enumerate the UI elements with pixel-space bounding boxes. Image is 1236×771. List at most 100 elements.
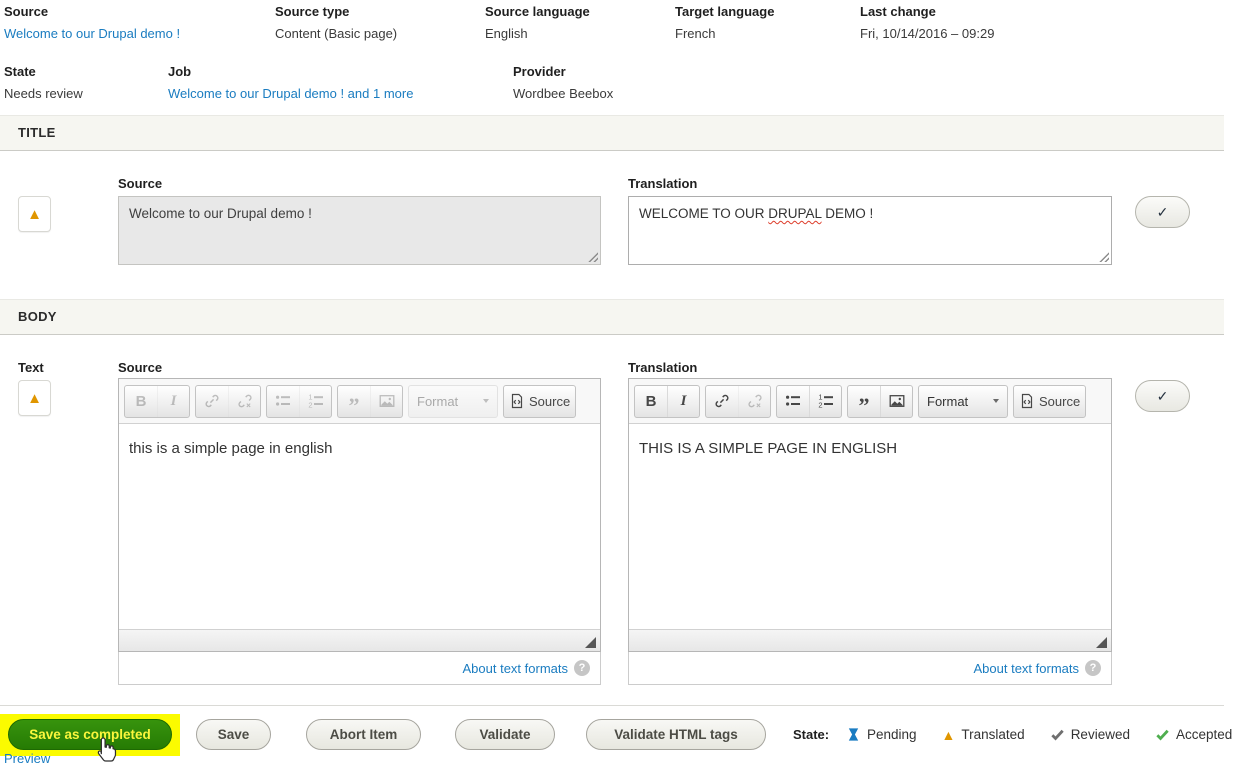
- translated-triangle-icon: ▲: [27, 391, 42, 406]
- legend-reviewed: Reviewed: [1050, 727, 1130, 742]
- blockquote-button[interactable]: ”: [848, 386, 880, 417]
- meta-target-language-label: Target language: [675, 4, 850, 19]
- bold-button[interactable]: B: [635, 386, 667, 417]
- toolbar-group-lists: 12: [266, 385, 332, 418]
- save-button[interactable]: Save: [196, 719, 271, 750]
- legend-accepted: Accepted: [1155, 727, 1232, 742]
- legend-reviewed-label: Reviewed: [1071, 727, 1130, 742]
- bulleted-list-button[interactable]: [777, 386, 809, 417]
- format-dropdown-label: Format: [927, 394, 968, 409]
- legend-pending-label: Pending: [867, 727, 917, 742]
- source-code-icon: [1019, 393, 1035, 409]
- toolbar-group-source: Source: [1013, 385, 1086, 418]
- text-format-help-row: About text formats ?: [118, 652, 601, 685]
- body-translation-content[interactable]: THIS IS A SIMPLE PAGE IN ENGLISH: [629, 424, 1111, 629]
- legend-translated: ▲ Translated: [942, 727, 1025, 742]
- translation-review-page: Source Welcome to our Drupal demo ! Sour…: [0, 0, 1236, 771]
- toolbar-group-basicstyles: B I: [124, 385, 190, 418]
- title-state-toggle-button[interactable]: ▲: [18, 196, 51, 232]
- meta-last-change-value: Fri, 10/14/2016 – 09:29: [860, 26, 994, 41]
- meta-source-type-label: Source type: [275, 4, 475, 19]
- help-question-icon[interactable]: ?: [574, 660, 590, 676]
- body-state-toggle-button[interactable]: ▲: [18, 380, 51, 416]
- resize-grip-icon[interactable]: [587, 251, 598, 262]
- image-icon: [370, 386, 402, 417]
- check-icon: ✓: [1157, 204, 1169, 221]
- editor-bottom-bar: [119, 629, 600, 651]
- meta-target-language: Target language French: [675, 4, 860, 41]
- numbered-list-button[interactable]: 12: [809, 386, 841, 417]
- source-code-icon: [509, 393, 525, 409]
- format-dropdown[interactable]: Format: [918, 385, 1008, 418]
- editor-frame: B I 12: [118, 378, 601, 652]
- view-source-button[interactable]: Source: [1014, 386, 1085, 417]
- link-icon: [714, 393, 730, 409]
- title-approve-button[interactable]: ✓: [1135, 196, 1190, 228]
- title-source-field: Welcome to our Drupal demo !: [118, 196, 601, 265]
- editor-resize-handle-icon[interactable]: [1096, 637, 1107, 648]
- svg-text:2: 2: [308, 400, 312, 409]
- state-legend-label: State:: [793, 719, 829, 750]
- chevron-down-icon: [483, 399, 489, 403]
- help-question-icon[interactable]: ?: [1085, 660, 1101, 676]
- unlink-icon: [738, 386, 770, 417]
- triangle-icon: ▲: [942, 728, 956, 742]
- bulleted-list-icon: [785, 393, 801, 409]
- meta-last-change-label: Last change: [860, 4, 994, 19]
- meta-source-language-label: Source language: [485, 4, 665, 19]
- about-text-formats-link[interactable]: About text formats: [463, 661, 569, 676]
- numbered-list-icon: 12: [818, 393, 834, 409]
- title-translation-misspelled-word: DRUPAL: [768, 206, 821, 221]
- hourglass-icon: [846, 727, 861, 742]
- link-button[interactable]: [706, 386, 738, 417]
- meta-source: Source Welcome to our Drupal demo !: [4, 4, 275, 41]
- view-source-label: Source: [529, 394, 570, 409]
- source-node-link[interactable]: Welcome to our Drupal demo !: [4, 26, 180, 41]
- preview-link[interactable]: Preview: [4, 751, 50, 766]
- toolbar-group-links: [195, 385, 261, 418]
- blockquote-icon: ”: [338, 386, 370, 417]
- image-button[interactable]: [880, 386, 912, 417]
- title-translation-field[interactable]: WELCOME TO OUR DRUPAL DEMO !: [628, 196, 1112, 265]
- legend-translated-label: Translated: [961, 727, 1024, 742]
- body-approve-button[interactable]: ✓: [1135, 380, 1190, 412]
- view-source-button[interactable]: Source: [504, 386, 575, 417]
- meta-provider-value: Wordbee Beebox: [513, 86, 613, 101]
- meta-target-language-value: French: [675, 26, 850, 41]
- editor-bottom-bar: [629, 629, 1111, 651]
- meta-row-1: Source Welcome to our Drupal demo ! Sour…: [4, 4, 1004, 41]
- svg-text:2: 2: [818, 400, 822, 409]
- image-icon: [889, 393, 905, 409]
- title-section-heading: TITLE: [0, 115, 1224, 151]
- legend-pending: Pending: [846, 727, 917, 742]
- format-dropdown-label: Format: [417, 394, 458, 409]
- meta-state-value: Needs review: [4, 86, 158, 101]
- resize-grip-icon[interactable]: [1098, 251, 1109, 262]
- toolbar-group-links: [705, 385, 771, 418]
- check-icon: ✓: [1157, 388, 1169, 405]
- translated-triangle-icon: ▲: [27, 207, 42, 222]
- about-text-formats-link[interactable]: About text formats: [974, 661, 1080, 676]
- validate-button[interactable]: Validate: [455, 719, 555, 750]
- bulleted-list-icon: [267, 386, 299, 417]
- check-icon: [1155, 727, 1170, 742]
- view-source-label: Source: [1039, 394, 1080, 409]
- meta-state: State Needs review: [4, 64, 168, 101]
- meta-row-2: State Needs review Job Welcome to our Dr…: [4, 64, 623, 101]
- job-link[interactable]: Welcome to our Drupal demo ! and 1 more: [168, 86, 413, 101]
- save-as-completed-button[interactable]: Save as completed: [8, 719, 172, 750]
- toolbar-group-basicstyles: B I: [634, 385, 700, 418]
- abort-item-button[interactable]: Abort Item: [306, 719, 421, 750]
- meta-state-label: State: [4, 64, 158, 79]
- title-source-text: Welcome to our Drupal demo !: [129, 206, 312, 221]
- text-format-help-row: About text formats ?: [628, 652, 1112, 685]
- italic-button[interactable]: I: [667, 386, 699, 417]
- body-section-heading: BODY: [0, 299, 1224, 335]
- meta-job-label: Job: [168, 64, 503, 79]
- meta-source-language-value: English: [485, 26, 665, 41]
- editor-resize-handle-icon[interactable]: [585, 637, 596, 648]
- meta-source-label: Source: [4, 4, 265, 19]
- validate-html-tags-button[interactable]: Validate HTML tags: [586, 719, 766, 750]
- editor-toolbar: B I 12: [119, 379, 600, 424]
- title-source-label: Source: [118, 176, 162, 191]
